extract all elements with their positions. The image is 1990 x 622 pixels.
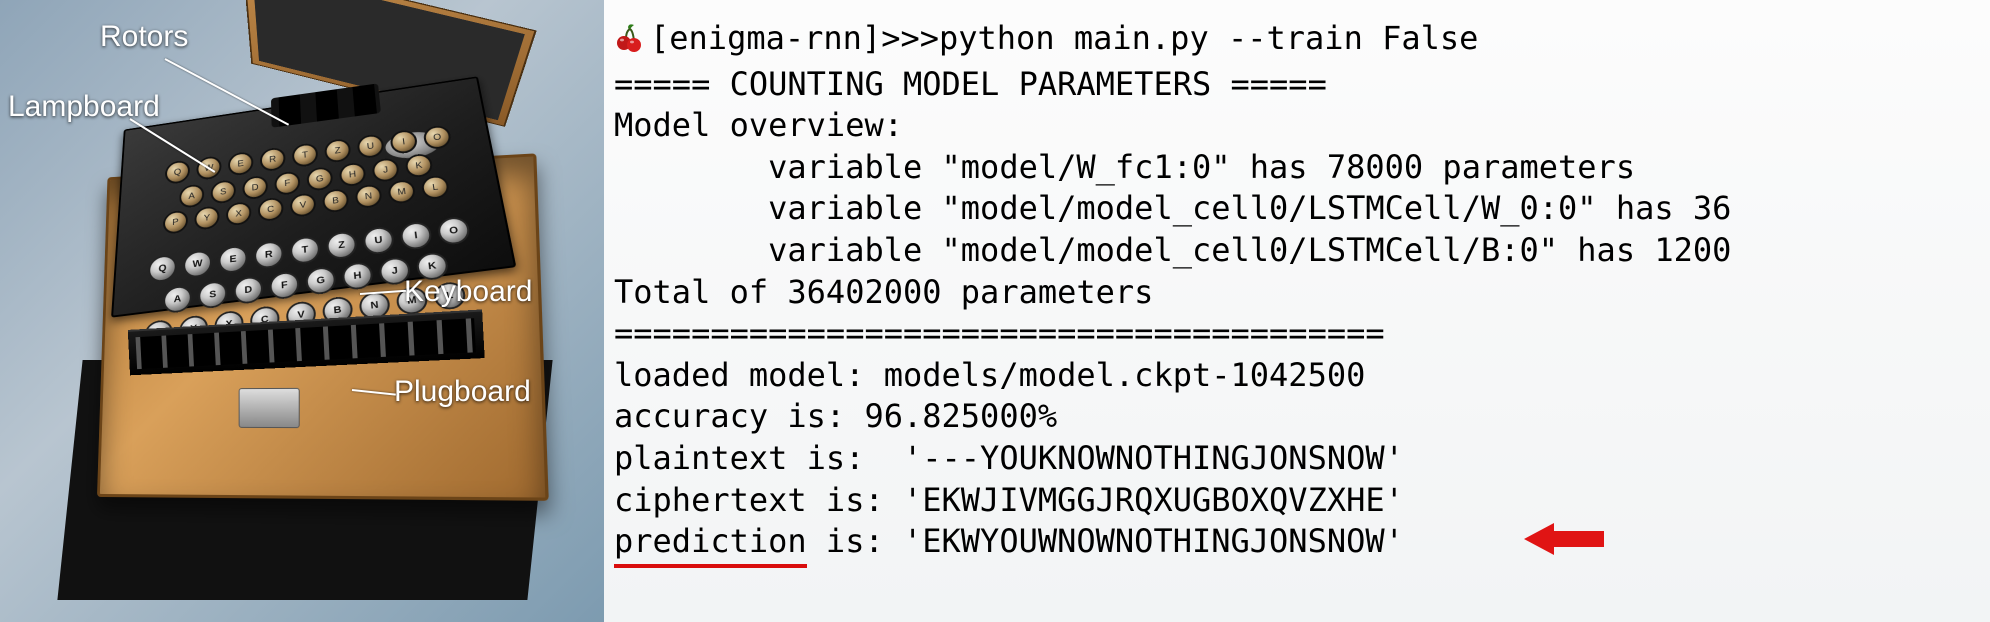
- label-lampboard: Lampboard: [8, 90, 160, 124]
- keyboard-key: D: [234, 275, 264, 305]
- keyboard-key: W: [183, 249, 212, 279]
- terminal-line: ========================================: [614, 313, 1990, 355]
- lamp-key: V: [290, 192, 317, 218]
- keyboard-key: T: [290, 235, 321, 265]
- cherry-icon: [614, 22, 644, 64]
- lamp-key: F: [274, 170, 301, 196]
- lamp-key: R: [260, 147, 286, 173]
- shell-prompt: [enigma-rnn]>>>: [650, 19, 939, 57]
- terminal-line: ===== COUNTING MODEL PARAMETERS =====: [614, 64, 1990, 106]
- keyboard-key: E: [218, 244, 247, 274]
- lamp-key: K: [404, 153, 433, 179]
- terminal-output: [enigma-rnn]>>>python main.py --train Fa…: [604, 0, 1990, 622]
- lamp-key: H: [339, 162, 367, 188]
- red-arrow-icon: [1524, 519, 1604, 559]
- lamp-key: L: [420, 174, 450, 200]
- shell-command: python main.py --train False: [939, 19, 1478, 57]
- lamp-key: Q: [165, 159, 190, 185]
- prediction-word: prediction: [614, 521, 807, 568]
- prediction-line: prediction is: 'EKWYOUWNOWNOTHINGJONSNOW…: [614, 521, 1990, 568]
- label-plugboard: Plugboard: [394, 375, 531, 409]
- terminal-prompt-line: [enigma-rnn]>>>python main.py --train Fa…: [614, 18, 1990, 64]
- lamp-key: J: [371, 157, 400, 183]
- keyboard-key: A: [163, 284, 192, 314]
- keyboard-key: G: [305, 266, 337, 296]
- label-keyboard: Keyboard: [404, 275, 532, 309]
- lamp-key: Y: [194, 205, 219, 231]
- lamp-key: N: [354, 183, 382, 209]
- lamp-key: I: [389, 129, 418, 155]
- terminal-line: plaintext is: '---YOUKNOWNOTHINGJONSNOW': [614, 438, 1990, 480]
- enigma-photo: QWERTZUIO ASDFGHJK PYXCVBNML QWERTZUIO A…: [0, 0, 604, 622]
- keyboard-key: R: [254, 240, 284, 270]
- front-clasp: [239, 388, 300, 428]
- keyboard-key: H: [341, 261, 373, 291]
- lamp-key: D: [242, 175, 268, 201]
- keyboard-key: O: [436, 216, 471, 247]
- lamp-key: G: [306, 166, 333, 192]
- terminal-line: ciphertext is: 'EKWJIVMGGJRQXUGBOXQVZXHE…: [614, 480, 1990, 522]
- lamp-key: M: [387, 179, 416, 205]
- lamp-key: O: [422, 124, 452, 150]
- terminal-line: Model overview:: [614, 105, 1990, 147]
- lamp-key: Z: [324, 138, 352, 164]
- terminal-line: variable "model/W_fc1:0" has 78000 param…: [614, 147, 1990, 189]
- label-rotors: Rotors: [100, 20, 188, 54]
- lamp-key: P: [163, 209, 188, 235]
- keyboard-key: S: [198, 280, 227, 310]
- terminal-line: variable "model/model_cell0/LSTMCell/W_0…: [614, 188, 1990, 230]
- lamp-key: S: [211, 179, 236, 205]
- lamp-key: A: [179, 183, 204, 209]
- lamp-key: C: [258, 197, 284, 223]
- keyboard-key: Z: [326, 230, 358, 260]
- keyboard-key: I: [399, 220, 433, 250]
- keyboard-key: U: [362, 225, 395, 255]
- terminal-line: variable "model/model_cell0/LSTMCell/B:0…: [614, 230, 1990, 272]
- keyboard-key: Q: [148, 254, 177, 284]
- lamp-key: X: [226, 201, 252, 227]
- lamp-key: E: [228, 151, 254, 177]
- terminal-line: loaded model: models/model.ckpt-1042500: [614, 355, 1990, 397]
- prediction-rest: is: 'EKWYOUWNOWNOTHINGJONSNOW': [807, 522, 1404, 560]
- keyboard-key: F: [269, 270, 300, 300]
- lamp-key: B: [322, 188, 350, 214]
- terminal-line: accuracy is: 96.825000%: [614, 396, 1990, 438]
- lamp-key: T: [292, 142, 319, 168]
- lamp-key: U: [356, 133, 384, 159]
- terminal-line: Total of 36402000 parameters: [614, 272, 1990, 314]
